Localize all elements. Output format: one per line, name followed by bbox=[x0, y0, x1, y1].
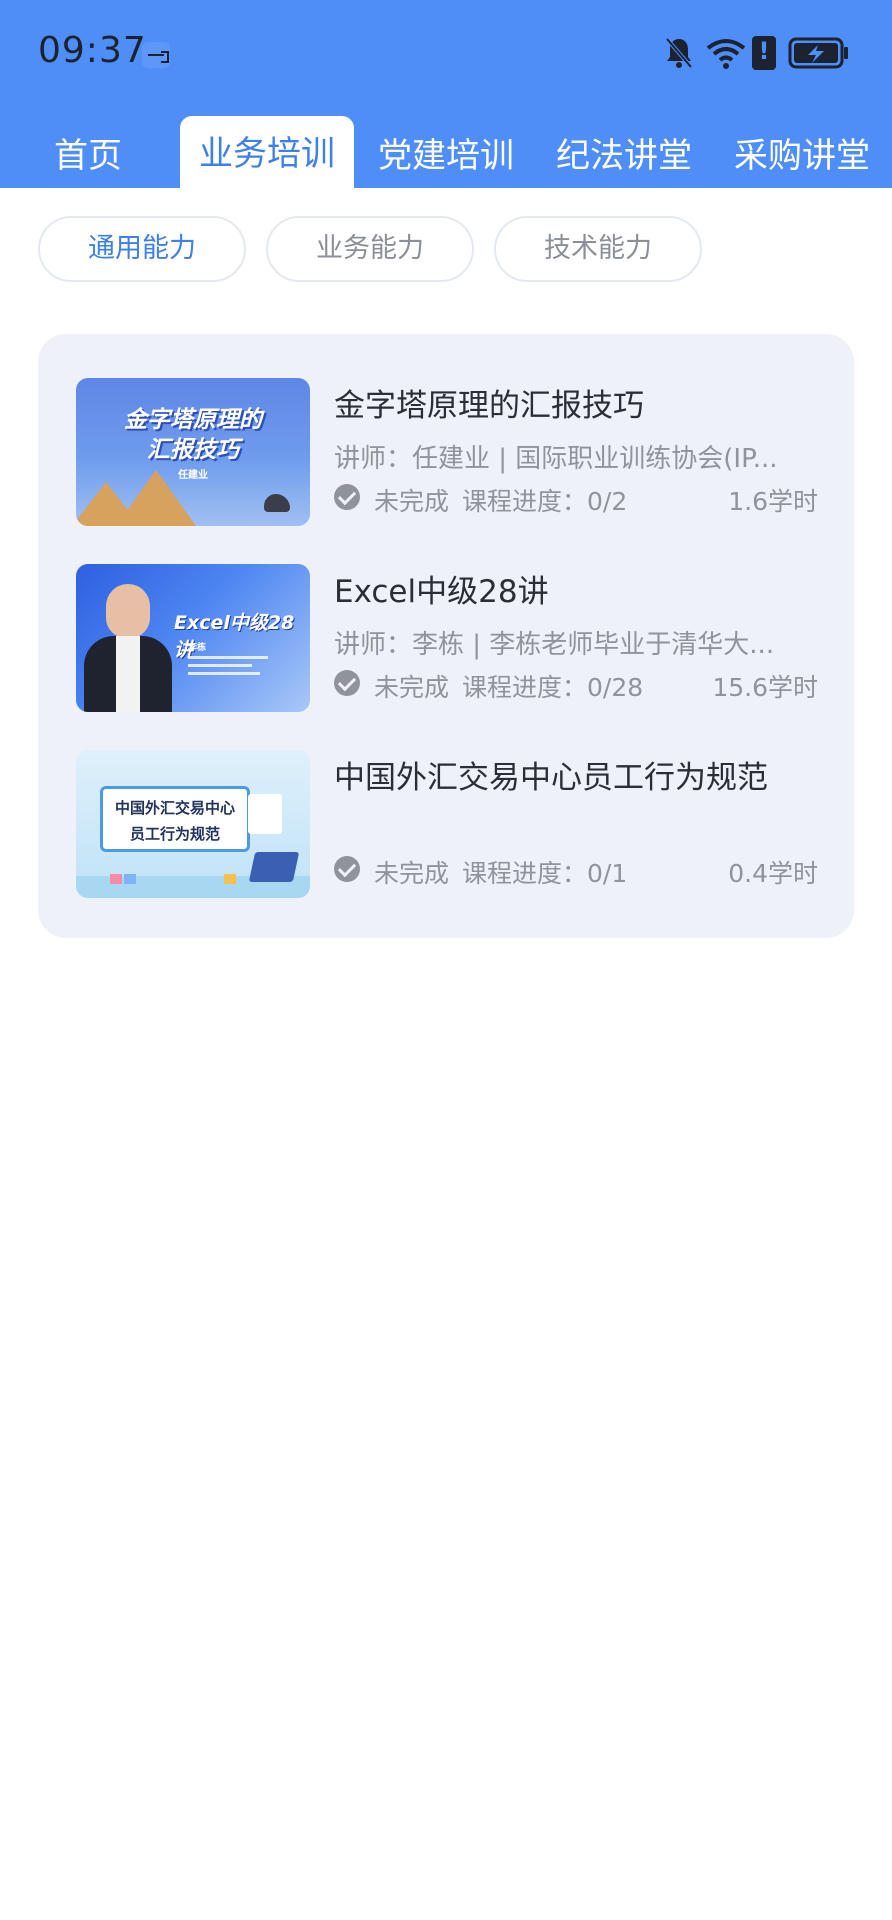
course-item[interactable]: 金字塔原理的 汇报技巧 任建业 金字塔原理的汇报技巧 讲师：任建业 | 国际职业… bbox=[38, 378, 854, 526]
course-hours: 0.4学时 bbox=[728, 859, 818, 888]
check-circle-icon bbox=[334, 484, 360, 510]
alert-icon bbox=[752, 36, 776, 70]
completion-status: 未完成 bbox=[374, 859, 450, 888]
course-thumbnail: 中国外汇交易中心 员工行为规范 bbox=[76, 750, 310, 898]
check-circle-icon bbox=[334, 856, 360, 882]
course-title: Excel中级28讲 bbox=[334, 574, 549, 610]
rock-shape bbox=[264, 494, 290, 512]
thumbnail-lecturer-name: 李栋 bbox=[188, 643, 207, 653]
battery-charging-icon bbox=[788, 37, 848, 69]
course-hours: 15.6学时 bbox=[712, 673, 818, 702]
course-progress: 课程进度：0/1 bbox=[462, 859, 628, 888]
usb-icon bbox=[142, 42, 170, 68]
tab-procurement-lecture[interactable]: 采购讲堂 bbox=[722, 118, 882, 188]
course-meta: 未完成 课程进度：0/28 15.6学时 bbox=[334, 668, 818, 702]
course-lecturer: 讲师：任建业 | 国际职业训练协会(IP... bbox=[334, 444, 778, 474]
course-meta: 未完成 课程进度：0/2 1.6学时 bbox=[334, 482, 818, 516]
course-thumbnail: 金字塔原理的 汇报技巧 任建业 bbox=[76, 378, 310, 526]
course-title: 中国外汇交易中心员工行为规范 bbox=[334, 760, 768, 796]
app-header: 09:37 首页 业务培训 党建培训 纪法讲堂 采购讲堂 bbox=[0, 0, 892, 188]
course-meta: 未完成 课程进度：0/1 0.4学时 bbox=[334, 854, 818, 888]
course-item[interactable]: 中国外汇交易中心 员工行为规范 中国外汇交易中心员工行为规范 未完成 课程进度：… bbox=[38, 750, 854, 898]
category-tabs: 首页 业务培训 党建培训 纪法讲堂 采购讲堂 bbox=[0, 116, 892, 188]
course-hours: 1.6学时 bbox=[728, 487, 818, 516]
bell-off-icon bbox=[665, 37, 693, 69]
tab-party-building-training[interactable]: 党建培训 bbox=[366, 118, 526, 188]
tab-business-training[interactable]: 业务培训 bbox=[180, 116, 354, 188]
course-progress: 课程进度：0/2 bbox=[462, 487, 628, 516]
tab-discipline-lecture[interactable]: 纪法讲堂 bbox=[544, 118, 704, 188]
filter-business-ability[interactable]: 业务能力 bbox=[266, 216, 474, 282]
chart-illustration bbox=[248, 794, 282, 834]
thumbnail-title-line-2: 汇报技巧 bbox=[147, 437, 239, 463]
filter-general-ability[interactable]: 通用能力 bbox=[38, 216, 246, 282]
course-list-card: 金字塔原理的 汇报技巧 任建业 金字塔原理的汇报技巧 讲师：任建业 | 国际职业… bbox=[38, 334, 854, 938]
course-progress: 课程进度：0/28 bbox=[462, 673, 644, 702]
status-bar: 09:37 bbox=[0, 0, 892, 110]
thumbnail-board: 中国外汇交易中心 员工行为规范 bbox=[100, 786, 250, 852]
course-item[interactable]: Excel中级28讲 李栋 Excel中级28讲 讲师：李栋 | 李栋老师毕业于… bbox=[38, 564, 854, 712]
tablet-illustration bbox=[248, 852, 300, 882]
thumbnail-title: Excel中级28讲 bbox=[174, 612, 295, 661]
course-thumbnail: Excel中级28讲 李栋 bbox=[76, 564, 310, 712]
completion-status: 未完成 bbox=[374, 673, 450, 702]
thumbnail-title-line-2: 员工行为规范 bbox=[129, 825, 220, 843]
course-title: 金字塔原理的汇报技巧 bbox=[334, 388, 644, 424]
wifi-icon bbox=[706, 39, 746, 69]
thumbnail-title-line-1: 金字塔原理的 bbox=[124, 407, 262, 433]
completion-status: 未完成 bbox=[374, 487, 450, 516]
thumbnail-title-line-1: 中国外汇交易中心 bbox=[114, 799, 235, 817]
filter-technical-ability[interactable]: 技术能力 bbox=[494, 216, 702, 282]
course-lecturer: 讲师：李栋 | 李栋老师毕业于清华大... bbox=[334, 630, 775, 660]
status-time: 09:37 bbox=[38, 30, 147, 71]
filter-chips: 通用能力 业务能力 技术能力 bbox=[0, 216, 892, 282]
check-circle-icon bbox=[334, 670, 360, 696]
pyramid-shape bbox=[116, 470, 196, 526]
lecturer-photo bbox=[84, 564, 172, 712]
tab-home[interactable]: 首页 bbox=[38, 118, 138, 188]
